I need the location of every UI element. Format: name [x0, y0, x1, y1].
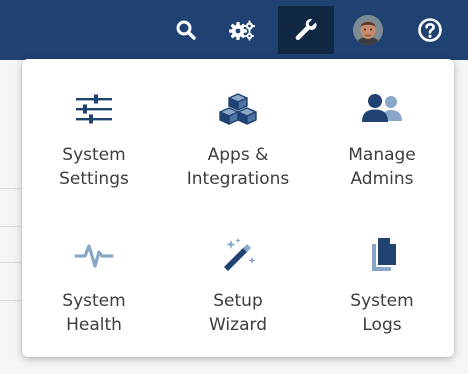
menu-item-system-logs[interactable]: System Logs — [310, 205, 454, 345]
menu-item-system-settings[interactable]: System Settings — [22, 59, 166, 199]
label-line-2: Integrations — [186, 169, 290, 189]
help-button[interactable] — [402, 6, 458, 54]
label-line-1: System — [62, 291, 126, 311]
sliders-icon — [72, 89, 116, 129]
divider — [0, 300, 22, 301]
label-line-2: Settings — [59, 169, 129, 189]
divider — [0, 226, 22, 227]
integrations-button[interactable] — [214, 6, 270, 54]
menu-item-label: Manage Admins — [310, 143, 454, 191]
top-navigation-bar — [0, 0, 468, 60]
menu-item-label: Apps & Integrations — [166, 143, 310, 191]
menu-item-label: System Health — [22, 289, 166, 337]
menu-item-label: System Logs — [310, 289, 454, 337]
heartbeat-icon — [72, 235, 116, 275]
menu-item-label: Setup Wizard — [166, 289, 310, 337]
label-line-1: Apps & — [207, 145, 269, 165]
help-circle-icon — [417, 17, 443, 43]
label-line-1: Manage — [348, 145, 416, 165]
label-line-2: Wizard — [209, 315, 267, 335]
menu-item-setup-wizard[interactable]: Setup Wizard — [166, 205, 310, 345]
label-line-2: Logs — [362, 315, 402, 335]
admin-tools-menu: System Settings Apps & Integrations Mana… — [22, 59, 454, 357]
wrench-icon — [294, 18, 318, 42]
admin-tools-button[interactable] — [278, 6, 334, 54]
search-button[interactable] — [158, 6, 214, 54]
label-line-1: Setup — [213, 291, 263, 311]
divider — [0, 188, 22, 189]
label-line-1: System — [350, 291, 414, 311]
menu-item-label: System Settings — [22, 143, 166, 191]
menu-item-apps-integrations[interactable]: Apps & Integrations — [166, 59, 310, 199]
cubes-icon — [216, 89, 260, 129]
label-line-1: System — [62, 145, 126, 165]
documents-icon — [360, 235, 404, 275]
label-line-2: Health — [66, 315, 122, 335]
label-line-2: Admins — [350, 169, 414, 189]
search-icon — [175, 19, 197, 41]
magic-wand-icon — [216, 235, 260, 275]
avatar — [353, 15, 383, 45]
profile-button[interactable] — [340, 6, 396, 54]
users-icon — [360, 89, 404, 129]
divider — [0, 262, 22, 263]
menu-item-system-health[interactable]: System Health — [22, 205, 166, 345]
gears-icon — [228, 19, 256, 41]
menu-item-manage-admins[interactable]: Manage Admins — [310, 59, 454, 199]
